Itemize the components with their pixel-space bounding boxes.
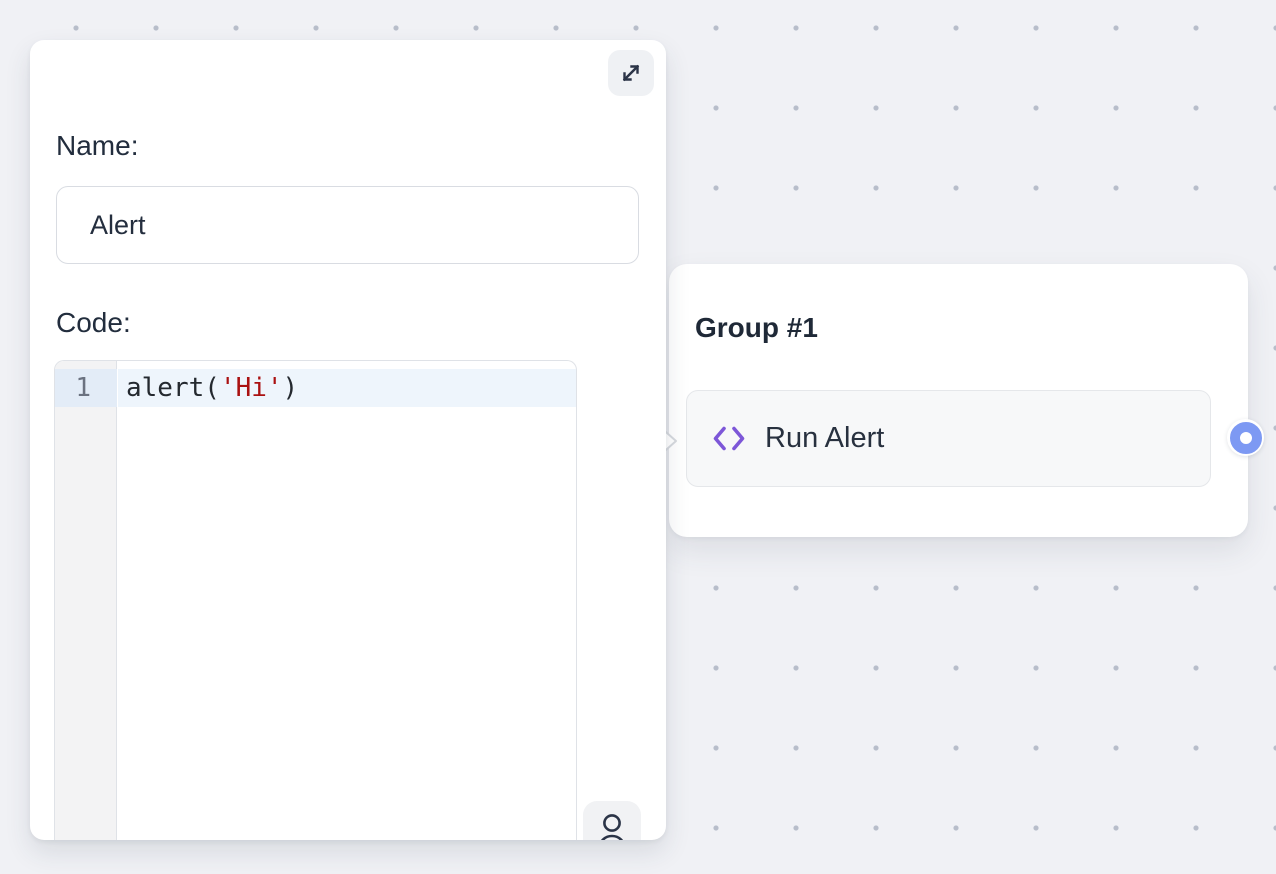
code-editor-gutter xyxy=(55,361,117,840)
code-label: Code: xyxy=(56,302,131,344)
code-line-1: alert('Hi') xyxy=(126,369,298,407)
name-input[interactable] xyxy=(56,186,639,264)
group-title: Group #1 xyxy=(695,312,818,344)
code-token-string: 'Hi' xyxy=(220,373,283,403)
output-handle-ring xyxy=(1230,422,1262,454)
run-alert-node[interactable]: Run Alert xyxy=(686,390,1211,487)
expand-icon xyxy=(619,61,643,85)
group-card[interactable]: Group #1 Run Alert xyxy=(669,264,1248,537)
node-editor-panel: Name: Code: 1 alert('Hi') xyxy=(30,40,666,840)
user-button[interactable] xyxy=(583,801,641,840)
line-number: 1 xyxy=(55,369,117,407)
code-token-call: alert( xyxy=(126,373,220,403)
code-icon xyxy=(712,425,746,452)
node-label: Run Alert xyxy=(765,422,884,455)
name-label: Name: xyxy=(56,125,138,167)
expand-button[interactable] xyxy=(608,50,654,96)
code-editor[interactable]: 1 alert('Hi') xyxy=(54,360,577,840)
code-token-close: ) xyxy=(283,373,299,403)
output-handle[interactable] xyxy=(1227,419,1264,456)
person-icon xyxy=(596,812,628,840)
flow-canvas[interactable]: Name: Code: 1 alert('Hi') Group #1 xyxy=(0,0,1276,874)
